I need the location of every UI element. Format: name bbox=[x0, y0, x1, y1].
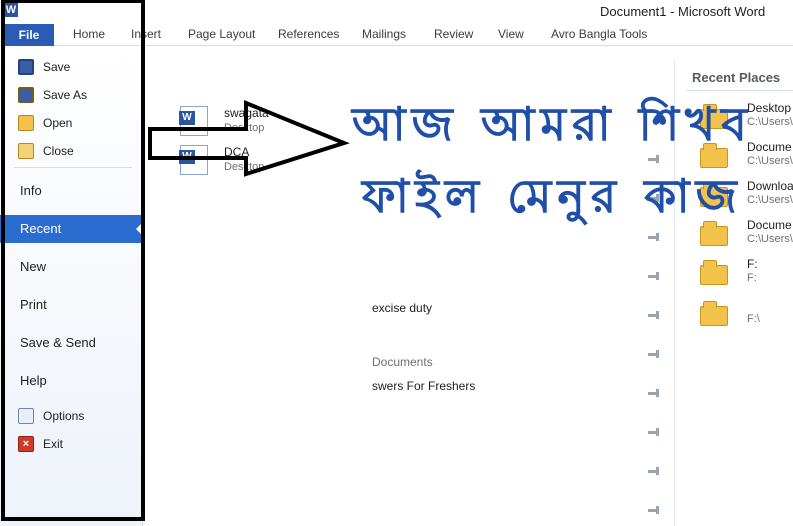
window-title: Document1 - Microsoft Word bbox=[600, 4, 766, 19]
menu-separator bbox=[14, 167, 132, 168]
document-name: swagata bbox=[224, 106, 269, 120]
place-path: C:\Users\ bbox=[747, 233, 793, 245]
tab-file[interactable]: File bbox=[4, 24, 54, 46]
section-save-and-send[interactable]: Save & Send bbox=[0, 329, 143, 357]
document-location: Desktop bbox=[224, 161, 265, 173]
section-recent-label: Recent bbox=[20, 221, 62, 236]
tab-avro-bangla-tools[interactable]: Avro Bangla Tools bbox=[551, 27, 647, 41]
section-new[interactable]: New bbox=[0, 253, 143, 281]
place-name: Docume bbox=[747, 218, 792, 232]
section-recent[interactable]: Recent bbox=[0, 215, 143, 243]
close-button[interactable]: Close bbox=[18, 141, 74, 161]
save-as-button[interactable]: Save As bbox=[18, 85, 87, 105]
word-document-icon: W bbox=[179, 106, 208, 136]
place-name: Desktop bbox=[747, 101, 792, 115]
options-button[interactable]: Options bbox=[18, 406, 84, 426]
backstage-menu: Save Save As Open Close Info Recent New … bbox=[0, 46, 143, 526]
recent-document-name[interactable]: swers For Freshers bbox=[372, 379, 475, 393]
recent-place-item[interactable]: F:\ bbox=[700, 298, 793, 334]
section-info[interactable]: Info bbox=[0, 177, 143, 205]
open-label: Open bbox=[43, 116, 73, 130]
tab-view[interactable]: View bbox=[498, 27, 524, 41]
open-button[interactable]: Open bbox=[18, 113, 72, 133]
selected-indicator-icon bbox=[136, 222, 143, 236]
pin-icon[interactable] bbox=[648, 467, 660, 475]
pin-icon[interactable] bbox=[648, 428, 660, 436]
save-icon bbox=[18, 59, 34, 75]
pin-icon[interactable] bbox=[648, 311, 660, 319]
tab-references[interactable]: References bbox=[278, 27, 339, 41]
recent-places-header: Recent Places bbox=[692, 70, 781, 85]
exit-label: Exit bbox=[43, 437, 64, 451]
tab-page-layout[interactable]: Page Layout bbox=[188, 27, 255, 41]
tab-insert[interactable]: Insert bbox=[131, 27, 161, 41]
ribbon-tab-bar: File Home Insert Page Layout References … bbox=[0, 24, 793, 46]
recent-place-item[interactable]: F: F: bbox=[700, 257, 793, 293]
place-name: Docume bbox=[747, 140, 792, 154]
annotation-text-line-1: আজ আমরা শিখব bbox=[352, 97, 753, 151]
exit-button[interactable]: × Exit bbox=[18, 434, 63, 454]
pin-icon[interactable] bbox=[648, 389, 660, 397]
pin-icon[interactable] bbox=[648, 506, 660, 514]
save-label: Save bbox=[43, 60, 71, 74]
close-document-icon bbox=[18, 143, 34, 159]
open-folder-icon bbox=[18, 115, 34, 131]
section-help[interactable]: Help bbox=[0, 367, 143, 395]
title-bar: W Document1 - Microsoft Word bbox=[0, 0, 793, 24]
tab-mailings[interactable]: Mailings bbox=[362, 27, 406, 41]
tab-review[interactable]: Review bbox=[434, 27, 473, 41]
options-icon bbox=[18, 408, 34, 424]
recent-document-name[interactable]: excise duty bbox=[372, 301, 432, 315]
word-backstage-window: W Document1 - Microsoft Word File Home I… bbox=[0, 0, 793, 526]
save-as-icon bbox=[18, 87, 34, 103]
word-document-icon: W bbox=[179, 145, 208, 175]
place-path: F:\ bbox=[747, 313, 760, 325]
place-path: C:\Users\ bbox=[747, 116, 793, 128]
pin-icon[interactable] bbox=[648, 350, 660, 358]
folder-icon bbox=[700, 260, 728, 285]
save-as-label: Save As bbox=[43, 88, 88, 102]
place-path: C:\Users\ bbox=[747, 194, 793, 206]
section-print[interactable]: Print bbox=[0, 291, 143, 319]
document-location: Desktop bbox=[224, 122, 265, 134]
place-path: F: bbox=[747, 272, 757, 284]
folder-icon bbox=[700, 301, 728, 326]
place-path: C:\Users\ bbox=[747, 155, 793, 167]
recent-document-location: Documents bbox=[372, 355, 433, 369]
word-app-icon[interactable]: W bbox=[4, 3, 18, 17]
place-name: Downloa bbox=[747, 179, 793, 193]
exit-icon: × bbox=[18, 436, 34, 452]
document-name: DCA bbox=[224, 145, 250, 159]
pin-icon[interactable] bbox=[648, 272, 660, 280]
close-label: Close bbox=[43, 144, 74, 158]
tab-home[interactable]: Home bbox=[73, 27, 105, 41]
place-name: F: bbox=[747, 257, 758, 271]
save-button[interactable]: Save bbox=[18, 57, 70, 77]
annotation-text-line-2: ফাইল মেনুর কাজ bbox=[362, 169, 743, 223]
options-label: Options bbox=[43, 409, 85, 423]
